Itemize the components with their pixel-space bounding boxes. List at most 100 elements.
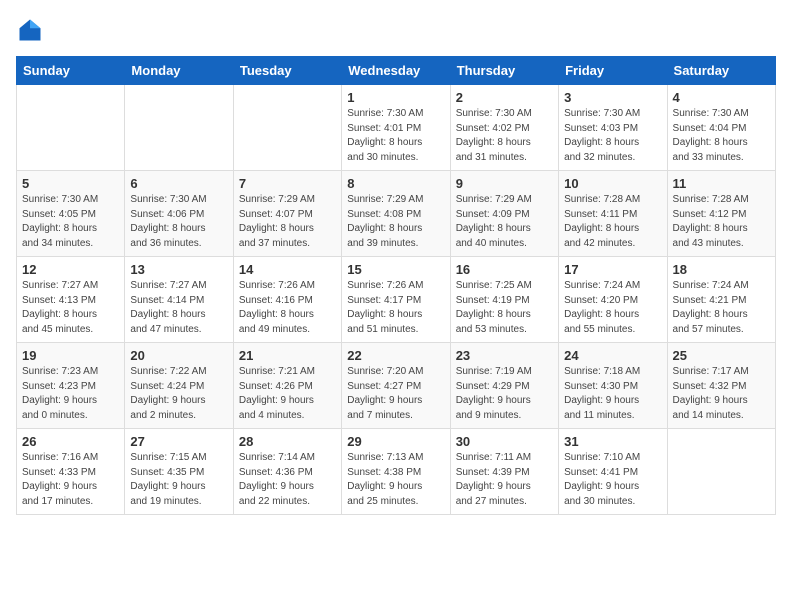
calendar-cell: 28 Sunrise: 7:14 AM Sunset: 4:36 PM Dayli…: [233, 429, 341, 515]
calendar-cell: 13Sunrise: 7:27 AM Sunset: 4:14 PM Dayli…: [125, 257, 233, 343]
day-info: Sunrise: 7:28 AM Sunset: 4:12 PM Dayligh…: [673, 193, 770, 251]
calendar-cell: 29Sunrise: 7:13 AM Sunset: 4:38 PM Dayli…: [342, 429, 450, 515]
calendar-cell: [667, 429, 775, 515]
day-number: 18: [673, 262, 770, 277]
day-info: Sunrise: 7:29 AM Sunset: 4:07 PM Dayligh…: [239, 193, 336, 251]
day-number: 31: [564, 434, 661, 449]
day-number: 1: [347, 90, 444, 105]
weekday-header-saturday: Saturday: [667, 57, 775, 85]
calendar-cell: 17 Sunrise: 7:24 AM Sunset: 4:20 PM Dayli…: [559, 257, 667, 343]
day-info: Sunrise: 7:14 AM Sunset: 4:36 PM Dayligh…: [239, 451, 336, 509]
day-number: 15: [347, 262, 444, 277]
page-header: [16, 16, 776, 44]
week-row-4: 19 Sunrise: 7:23 AM Sunset: 4:23 PM Dayli…: [17, 343, 776, 429]
day-info: Sunrise: 7:24 AM Sunset: 4:21 PM Dayligh…: [673, 279, 770, 337]
weekday-header-wednesday: Wednesday: [342, 57, 450, 85]
calendar-cell: [125, 85, 233, 171]
calendar-cell: 2 Sunrise: 7:30 AM Sunset: 4:02 PM Daylig…: [450, 85, 558, 171]
day-info: Sunrise: 7:29 AM Sunset: 4:08 PM Dayligh…: [347, 193, 444, 251]
day-number: 9: [456, 176, 553, 191]
day-info: Sunrise: 7:18 AM Sunset: 4:30 PM Dayligh…: [564, 365, 661, 423]
day-number: 4: [673, 90, 770, 105]
day-info: Sunrise: 7:11 AM Sunset: 4:39 PM Dayligh…: [456, 451, 553, 509]
calendar-cell: 11 Sunrise: 7:28 AM Sunset: 4:12 PM Dayli…: [667, 171, 775, 257]
calendar-cell: 16 Sunrise: 7:25 AM Sunset: 4:19 PM Dayli…: [450, 257, 558, 343]
day-number: 6: [130, 176, 227, 191]
day-number: 14: [239, 262, 336, 277]
day-number: 17: [564, 262, 661, 277]
day-info: Sunrise: 7:30 AM Sunset: 4:05 PM Dayligh…: [22, 193, 119, 251]
day-number: 8: [347, 176, 444, 191]
day-info: Sunrise: 7:23 AM Sunset: 4:23 PM Dayligh…: [22, 365, 119, 423]
day-number: 29: [347, 434, 444, 449]
logo: [16, 16, 48, 44]
calendar-cell: 18 Sunrise: 7:24 AM Sunset: 4:21 PM Dayli…: [667, 257, 775, 343]
day-info: Sunrise: 7:29 AM Sunset: 4:09 PM Dayligh…: [456, 193, 553, 251]
calendar-cell: 31 Sunrise: 7:10 AM Sunset: 4:41 PM Dayli…: [559, 429, 667, 515]
day-info: Sunrise: 7:26 AM Sunset: 4:17 PM Dayligh…: [347, 279, 444, 337]
day-info: Sunrise: 7:24 AM Sunset: 4:20 PM Dayligh…: [564, 279, 661, 337]
day-number: 20: [130, 348, 227, 363]
calendar-cell: 25 Sunrise: 7:17 AM Sunset: 4:32 PM Dayli…: [667, 343, 775, 429]
day-info: Sunrise: 7:15 AM Sunset: 4:35 PM Dayligh…: [130, 451, 227, 509]
calendar-cell: [17, 85, 125, 171]
calendar-cell: 24 Sunrise: 7:18 AM Sunset: 4:30 PM Dayli…: [559, 343, 667, 429]
day-number: 28: [239, 434, 336, 449]
calendar-cell: 7Sunrise: 7:29 AM Sunset: 4:07 PM Daylig…: [233, 171, 341, 257]
day-info: Sunrise: 7:10 AM Sunset: 4:41 PM Dayligh…: [564, 451, 661, 509]
day-info: Sunrise: 7:25 AM Sunset: 4:19 PM Dayligh…: [456, 279, 553, 337]
day-info: Sunrise: 7:22 AM Sunset: 4:24 PM Dayligh…: [130, 365, 227, 423]
day-info: Sunrise: 7:30 AM Sunset: 4:01 PM Dayligh…: [347, 107, 444, 165]
calendar-cell: 23Sunrise: 7:19 AM Sunset: 4:29 PM Dayli…: [450, 343, 558, 429]
calendar-cell: 6 Sunrise: 7:30 AM Sunset: 4:06 PM Daylig…: [125, 171, 233, 257]
calendar-cell: 1 Sunrise: 7:30 AM Sunset: 4:01 PM Daylig…: [342, 85, 450, 171]
day-number: 5: [22, 176, 119, 191]
day-number: 27: [130, 434, 227, 449]
calendar-cell: 5 Sunrise: 7:30 AM Sunset: 4:05 PM Daylig…: [17, 171, 125, 257]
day-info: Sunrise: 7:30 AM Sunset: 4:03 PM Dayligh…: [564, 107, 661, 165]
day-info: Sunrise: 7:16 AM Sunset: 4:33 PM Dayligh…: [22, 451, 119, 509]
day-number: 12: [22, 262, 119, 277]
week-row-3: 12 Sunrise: 7:27 AM Sunset: 4:13 PM Dayli…: [17, 257, 776, 343]
calendar-table: SundayMondayTuesdayWednesdayThursdayFrid…: [16, 56, 776, 515]
calendar-cell: 8 Sunrise: 7:29 AM Sunset: 4:08 PM Daylig…: [342, 171, 450, 257]
calendar-cell: 26 Sunrise: 7:16 AM Sunset: 4:33 PM Dayli…: [17, 429, 125, 515]
calendar-cell: 19 Sunrise: 7:23 AM Sunset: 4:23 PM Dayli…: [17, 343, 125, 429]
week-row-1: 1 Sunrise: 7:30 AM Sunset: 4:01 PM Daylig…: [17, 85, 776, 171]
calendar-cell: 30Sunrise: 7:11 AM Sunset: 4:39 PM Dayli…: [450, 429, 558, 515]
day-info: Sunrise: 7:28 AM Sunset: 4:11 PM Dayligh…: [564, 193, 661, 251]
weekday-header-row: SundayMondayTuesdayWednesdayThursdayFrid…: [17, 57, 776, 85]
weekday-header-thursday: Thursday: [450, 57, 558, 85]
day-info: Sunrise: 7:30 AM Sunset: 4:02 PM Dayligh…: [456, 107, 553, 165]
weekday-header-tuesday: Tuesday: [233, 57, 341, 85]
day-info: Sunrise: 7:30 AM Sunset: 4:04 PM Dayligh…: [673, 107, 770, 165]
logo-icon: [16, 16, 44, 44]
day-info: Sunrise: 7:19 AM Sunset: 4:29 PM Dayligh…: [456, 365, 553, 423]
day-number: 19: [22, 348, 119, 363]
day-number: 26: [22, 434, 119, 449]
weekday-header-monday: Monday: [125, 57, 233, 85]
calendar-cell: 20 Sunrise: 7:22 AM Sunset: 4:24 PM Dayli…: [125, 343, 233, 429]
day-number: 21: [239, 348, 336, 363]
day-number: 25: [673, 348, 770, 363]
calendar-cell: 10 Sunrise: 7:28 AM Sunset: 4:11 PM Dayli…: [559, 171, 667, 257]
calendar-cell: 27 Sunrise: 7:15 AM Sunset: 4:35 PM Dayli…: [125, 429, 233, 515]
day-number: 16: [456, 262, 553, 277]
day-info: Sunrise: 7:30 AM Sunset: 4:06 PM Dayligh…: [130, 193, 227, 251]
calendar-cell: 15 Sunrise: 7:26 AM Sunset: 4:17 PM Dayli…: [342, 257, 450, 343]
calendar-cell: 22Sunrise: 7:20 AM Sunset: 4:27 PM Dayli…: [342, 343, 450, 429]
weekday-header-friday: Friday: [559, 57, 667, 85]
day-info: Sunrise: 7:21 AM Sunset: 4:26 PM Dayligh…: [239, 365, 336, 423]
day-number: 2: [456, 90, 553, 105]
week-row-2: 5 Sunrise: 7:30 AM Sunset: 4:05 PM Daylig…: [17, 171, 776, 257]
day-info: Sunrise: 7:20 AM Sunset: 4:27 PM Dayligh…: [347, 365, 444, 423]
day-number: 10: [564, 176, 661, 191]
day-info: Sunrise: 7:27 AM Sunset: 4:14 PM Dayligh…: [130, 279, 227, 337]
day-info: Sunrise: 7:27 AM Sunset: 4:13 PM Dayligh…: [22, 279, 119, 337]
weekday-header-sunday: Sunday: [17, 57, 125, 85]
day-info: Sunrise: 7:17 AM Sunset: 4:32 PM Dayligh…: [673, 365, 770, 423]
week-row-5: 26 Sunrise: 7:16 AM Sunset: 4:33 PM Dayli…: [17, 429, 776, 515]
calendar-cell: 14Sunrise: 7:26 AM Sunset: 4:16 PM Dayli…: [233, 257, 341, 343]
day-number: 24: [564, 348, 661, 363]
day-number: 11: [673, 176, 770, 191]
